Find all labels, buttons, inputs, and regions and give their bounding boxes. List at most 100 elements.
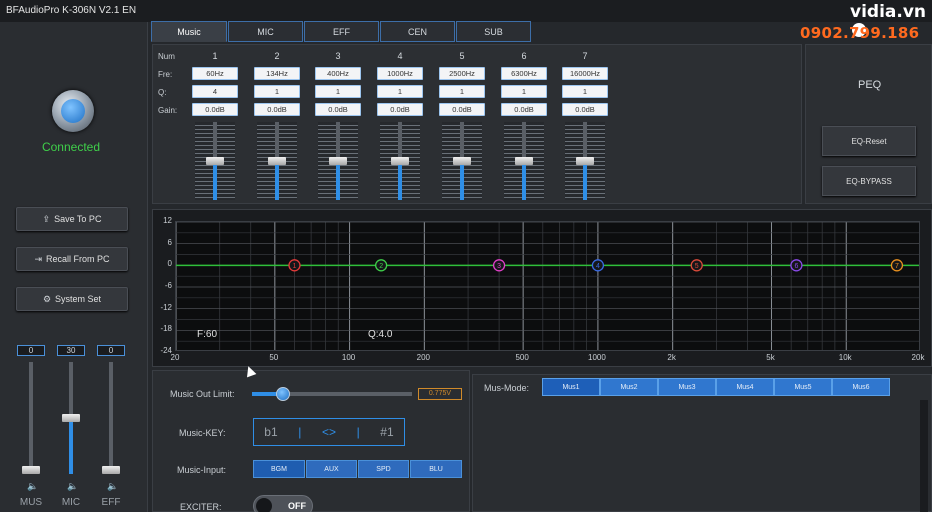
band-1-q-field[interactable]: 4	[192, 85, 238, 98]
key-sharp-button[interactable]: #1	[380, 425, 393, 439]
y-tick-label: -18	[160, 324, 172, 334]
eff-volume-thumb[interactable]	[102, 466, 120, 474]
power-button[interactable]	[52, 90, 94, 132]
y-tick-label: -6	[164, 281, 172, 290]
mic-volume-value[interactable]: 30	[57, 345, 85, 356]
exciter-state: OFF	[288, 501, 306, 511]
band-2-q-field[interactable]: 1	[254, 85, 300, 98]
peq-title: PEQ	[858, 79, 882, 91]
band-5-q-field[interactable]: 1	[439, 85, 485, 98]
mus-volume-thumb[interactable]	[22, 466, 40, 474]
save-to-pc-button[interactable]: ⇪ Save To PC	[16, 207, 128, 231]
power-icon	[61, 99, 85, 123]
tab-sub[interactable]: SUB	[456, 21, 531, 42]
mus-volume-slider[interactable]	[29, 362, 33, 474]
mus-mode-scrollbar[interactable]	[920, 400, 928, 512]
band-3-number: 3	[335, 51, 341, 61]
band-4-q-field[interactable]: 1	[377, 85, 423, 98]
band-3-freq-field[interactable]: 400Hz	[315, 67, 361, 80]
eff-speaker-icon[interactable]: 🔈	[107, 481, 118, 492]
band-2-number: 2	[274, 51, 280, 61]
band-5-freq-field[interactable]: 2500Hz	[439, 67, 485, 80]
band-6-number: 6	[521, 51, 527, 61]
save-to-pc-label: Save To PC	[54, 214, 102, 224]
band-7-freq-field[interactable]: 16000Hz	[562, 67, 608, 80]
import-icon: ⇥	[34, 253, 43, 264]
band-6-gain-thumb[interactable]	[515, 157, 533, 165]
mus-mode-2-button[interactable]: Mus2	[600, 378, 658, 396]
mus-mode-6-button[interactable]: Mus6	[832, 378, 890, 396]
band-7-gain-thumb[interactable]	[576, 157, 594, 165]
row-label-freq: Fre:	[158, 70, 173, 79]
band-2-gain-field[interactable]: 0.0dB	[254, 103, 300, 116]
eff-volume-slider[interactable]	[109, 362, 113, 474]
x-tick-label: 5k	[766, 353, 775, 362]
band-5-gain-thumb[interactable]	[453, 157, 471, 165]
mus-mode-3-button[interactable]: Mus3	[658, 378, 716, 396]
eq-response-chart[interactable]: 1 2 3 4 5 6 7	[175, 221, 920, 351]
exciter-label: EXCITER:	[180, 502, 222, 512]
band-5-number: 5	[459, 51, 465, 61]
band-4-number: 4	[397, 51, 403, 61]
x-tick-label: 20k	[911, 353, 925, 362]
band-4-gain-thumb[interactable]	[391, 157, 409, 165]
band-5-gain-field[interactable]: 0.0dB	[439, 103, 485, 116]
row-label-gain: Gain:	[158, 106, 178, 115]
band-6-gain-fill	[522, 161, 526, 200]
key-center-button[interactable]: <>	[322, 425, 336, 439]
band-3-gain-fill	[336, 161, 340, 200]
input-aux-button[interactable]: AUX	[306, 460, 357, 478]
band-2-gain-thumb[interactable]	[268, 157, 286, 165]
tab-cen[interactable]: CEN	[380, 21, 455, 42]
band-1-gain-field[interactable]: 0.0dB	[192, 103, 238, 116]
input-spd-button[interactable]: SPD	[358, 460, 409, 478]
mus-mode-1-button[interactable]: Mus1	[542, 378, 600, 396]
x-tick-label: 50	[269, 353, 279, 362]
mic-speaker-icon[interactable]: 🔈	[67, 481, 78, 492]
exciter-toggle[interactable]: OFF	[253, 495, 313, 512]
band-4-freq-field[interactable]: 1000Hz	[377, 67, 423, 80]
key-flat-button[interactable]: b1	[264, 425, 277, 439]
mic-volume-thumb[interactable]	[62, 414, 80, 422]
band-7-number: 7	[582, 51, 588, 61]
band-6-gain-field[interactable]: 0.0dB	[501, 103, 547, 116]
graph-info-q: Q:4.0	[368, 329, 393, 340]
input-bgm-button[interactable]: BGM	[253, 460, 305, 478]
title-bar: BFAudioPro K-306N V2.1 EN	[0, 0, 932, 22]
tab-mic[interactable]: MIC	[228, 21, 303, 42]
band-7-gain-field[interactable]: 0.0dB	[562, 103, 608, 116]
band-6-freq-field[interactable]: 6300Hz	[501, 67, 547, 80]
mus-volume-value[interactable]: 0	[17, 345, 45, 356]
music-input-label: Music-Input:	[177, 465, 227, 475]
eff-volume-value[interactable]: 0	[97, 345, 125, 356]
gear-icon: ⚙	[42, 293, 52, 304]
band-7-gain-fill	[583, 161, 587, 200]
mus-mode-5-button[interactable]: Mus5	[774, 378, 832, 396]
row-label-q: Q:	[158, 88, 167, 97]
eq-point-label-1: 1	[293, 263, 297, 270]
mus-mode-label: Mus-Mode:	[484, 383, 530, 393]
exciter-toggle-knob	[256, 498, 272, 512]
tab-eff[interactable]: EFF	[304, 21, 379, 42]
recall-from-pc-button[interactable]: ⇥ Recall From PC	[16, 247, 128, 271]
system-set-button[interactable]: ⚙ System Set	[16, 287, 128, 311]
band-2-freq-field[interactable]: 134Hz	[254, 67, 300, 80]
mus-mode-4-button[interactable]: Mus4	[716, 378, 774, 396]
band-6-q-field[interactable]: 1	[501, 85, 547, 98]
band-4-gain-field[interactable]: 0.0dB	[377, 103, 423, 116]
band-5-gain-fill	[460, 161, 464, 200]
eq-bypass-button[interactable]: EQ-BYPASS	[822, 166, 916, 196]
band-1-freq-field[interactable]: 60Hz	[192, 67, 238, 80]
y-tick-label: 0	[167, 259, 172, 269]
music-out-limit-thumb[interactable]	[276, 387, 290, 401]
band-3-gain-field[interactable]: 0.0dB	[315, 103, 361, 116]
band-7-q-field[interactable]: 1	[562, 85, 608, 98]
band-1-gain-thumb[interactable]	[206, 157, 224, 165]
input-blu-button[interactable]: BLU	[410, 460, 462, 478]
tab-music[interactable]: Music	[151, 21, 227, 42]
eq-reset-button[interactable]: EQ-Reset	[822, 126, 916, 156]
band-3-q-field[interactable]: 1	[315, 85, 361, 98]
music-out-limit-label: Music Out Limit:	[170, 389, 235, 399]
band-3-gain-thumb[interactable]	[329, 157, 347, 165]
mus-speaker-icon[interactable]: 🔈	[27, 481, 38, 492]
